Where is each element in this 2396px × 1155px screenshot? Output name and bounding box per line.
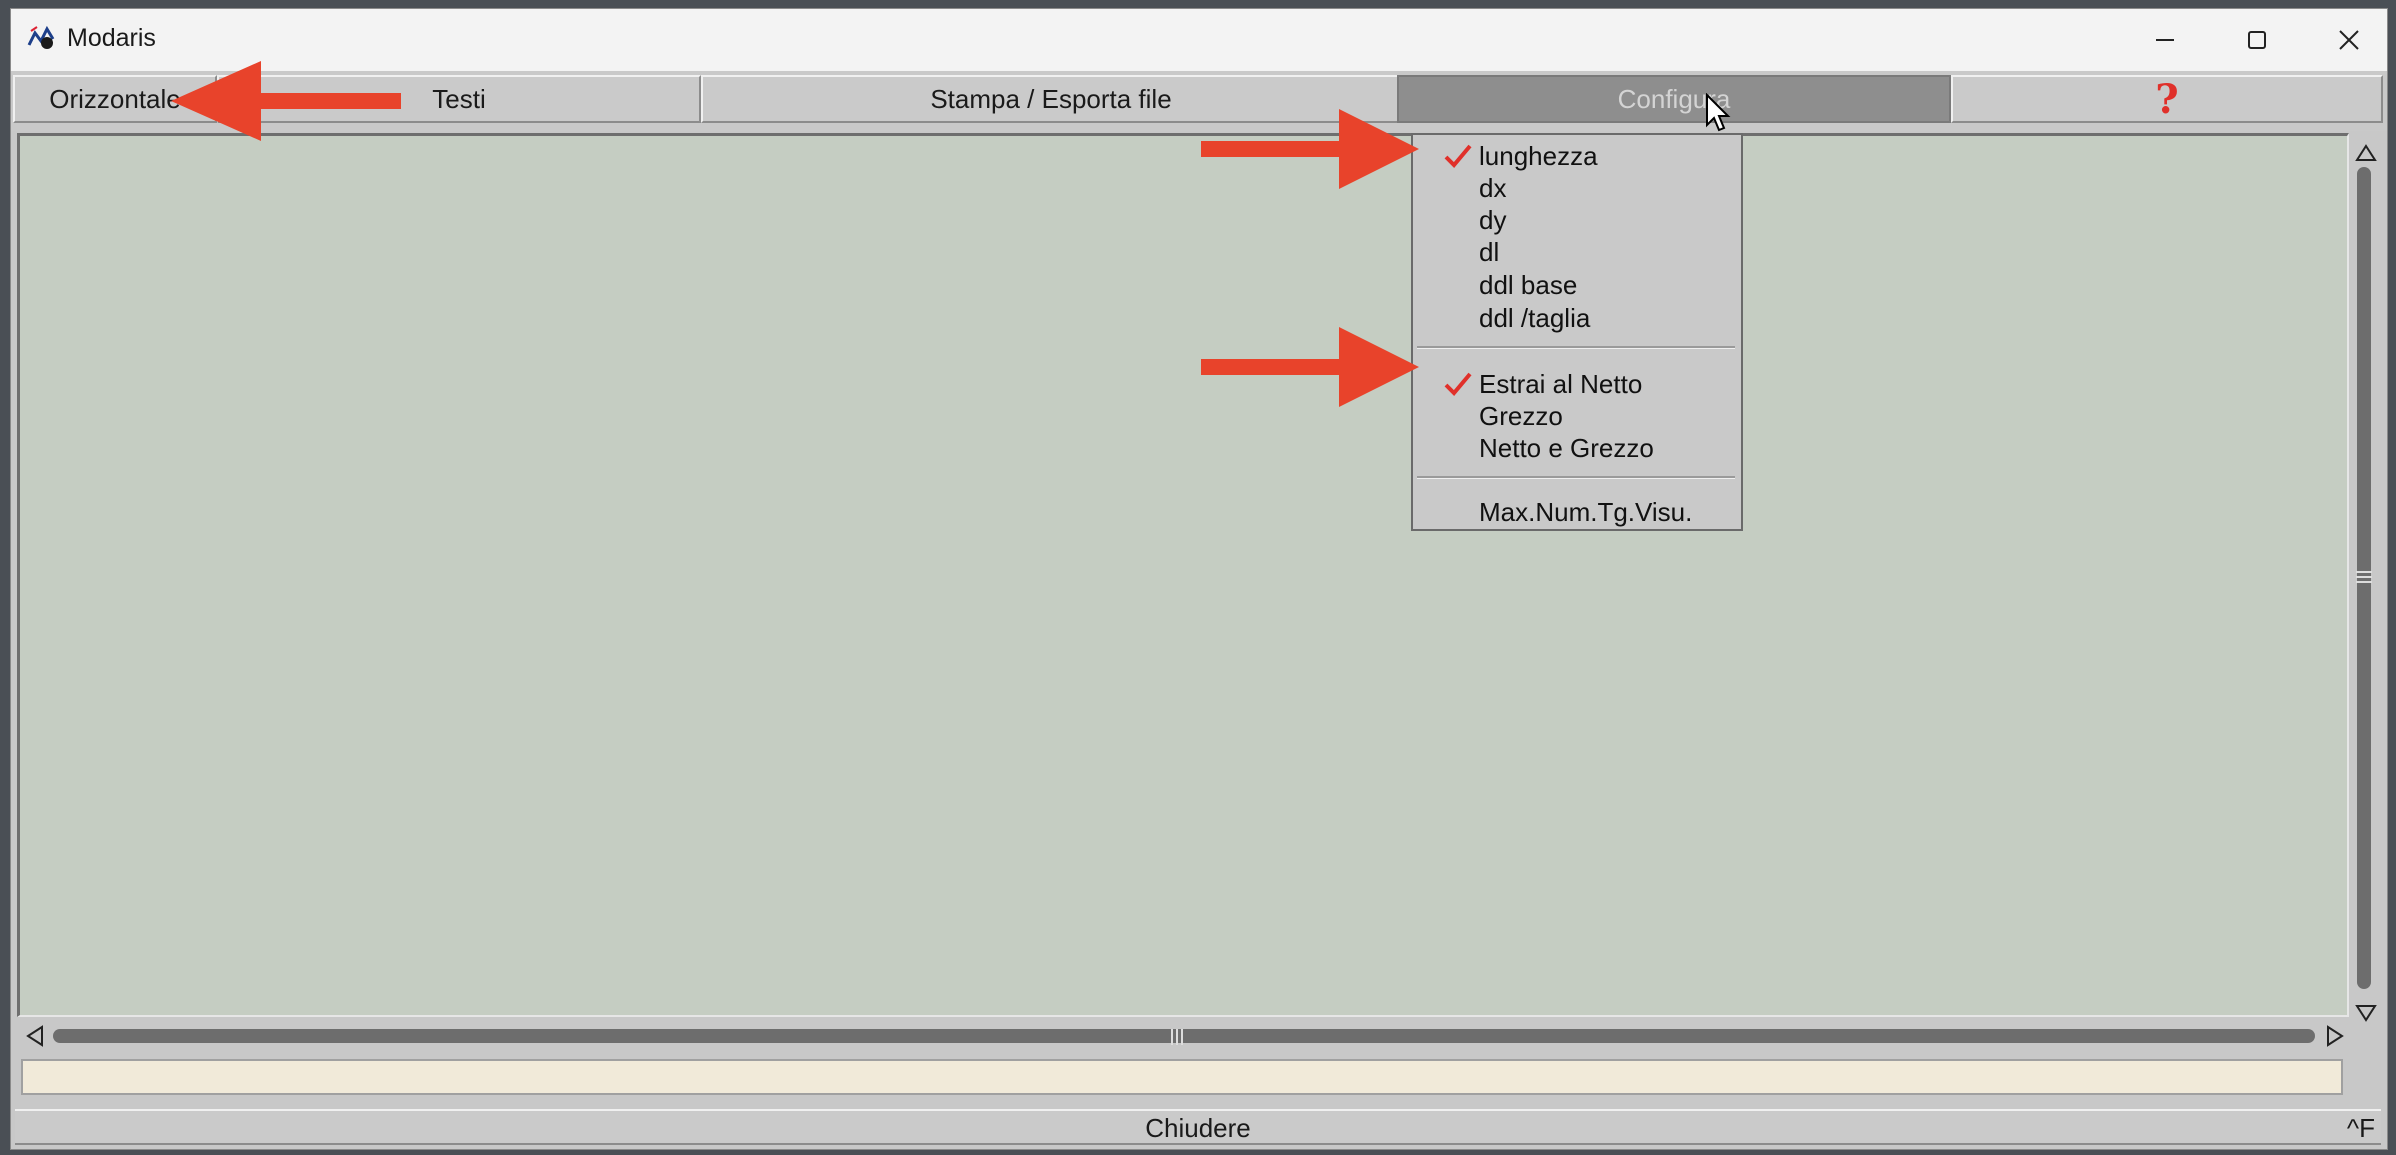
menu-separator	[1417, 476, 1735, 479]
close-icon	[2339, 30, 2359, 50]
vertical-scroll-grip[interactable]	[2355, 569, 2373, 585]
triangle-up-icon	[2355, 144, 2377, 161]
menu-option-estrai-al-netto[interactable]: Estrai al Netto	[1413, 369, 1741, 401]
scroll-up-button[interactable]	[2352, 139, 2380, 167]
triangle-down-icon	[2355, 1005, 2377, 1022]
menu-option-max-num-tg-visu[interactable]: Max.Num.Tg.Visu.	[1413, 497, 1741, 529]
annotation-arrow-right-icon	[1201, 327, 1419, 407]
status-input[interactable]	[21, 1059, 2343, 1095]
mouse-cursor-icon	[1706, 93, 1731, 132]
annotation-arrow-right-icon	[1201, 109, 1419, 189]
menu-option-dx[interactable]: dx	[1413, 173, 1741, 205]
drawing-canvas[interactable]	[17, 133, 2349, 1017]
close-window-button[interactable]	[2303, 9, 2395, 71]
vertical-scrollbar[interactable]	[2349, 133, 2383, 1029]
modaris-app-icon	[27, 25, 55, 49]
menu-configura[interactable]: Configura	[1397, 75, 1951, 123]
modaris-window: Modaris Orizzontale Testi Stampa / Espor…	[10, 8, 2388, 1150]
help-button[interactable]: ?	[1951, 75, 2383, 123]
close-shortcut: ^F	[2346, 1113, 2375, 1143]
close-label: Chiudere	[1145, 1113, 1251, 1143]
horizontal-scrollbar[interactable]	[17, 1017, 2349, 1055]
menu-option-dy[interactable]: dy	[1413, 205, 1741, 237]
help-icon: ?	[2155, 75, 2179, 123]
menu-option-netto-e-grezzo[interactable]: Netto e Grezzo	[1413, 433, 1741, 465]
scroll-left-button[interactable]	[21, 1022, 49, 1050]
configura-dropdown: lunghezza dx dy dl ddl base ddl /taglia …	[1411, 133, 1743, 531]
annotation-arrow-left-icon	[171, 61, 401, 141]
close-button[interactable]: Chiudere ^F	[15, 1109, 2381, 1145]
minimize-icon	[2156, 39, 2174, 41]
menu-option-grezzo[interactable]: Grezzo	[1413, 401, 1741, 433]
scroll-right-button[interactable]	[2321, 1022, 2349, 1050]
checkmark-icon	[1444, 144, 1472, 168]
menu-option-lunghezza[interactable]: lunghezza	[1413, 141, 1741, 173]
scroll-down-button[interactable]	[2352, 999, 2380, 1027]
menu-separator	[1417, 346, 1735, 349]
triangle-right-icon	[2327, 1025, 2344, 1047]
triangle-left-icon	[26, 1025, 43, 1047]
window-title: Modaris	[67, 24, 156, 52]
checkmark-icon	[1444, 372, 1472, 396]
menu-option-dl[interactable]: dl	[1413, 237, 1741, 269]
menu-option-ddl-taglia[interactable]: ddl /taglia	[1413, 303, 1741, 335]
maximize-icon	[2248, 31, 2266, 49]
menu-option-ddl-base[interactable]: ddl base	[1413, 270, 1741, 302]
maximize-button[interactable]	[2211, 9, 2303, 71]
minimize-button[interactable]	[2119, 9, 2211, 71]
horizontal-scroll-grip[interactable]	[1169, 1028, 1185, 1046]
